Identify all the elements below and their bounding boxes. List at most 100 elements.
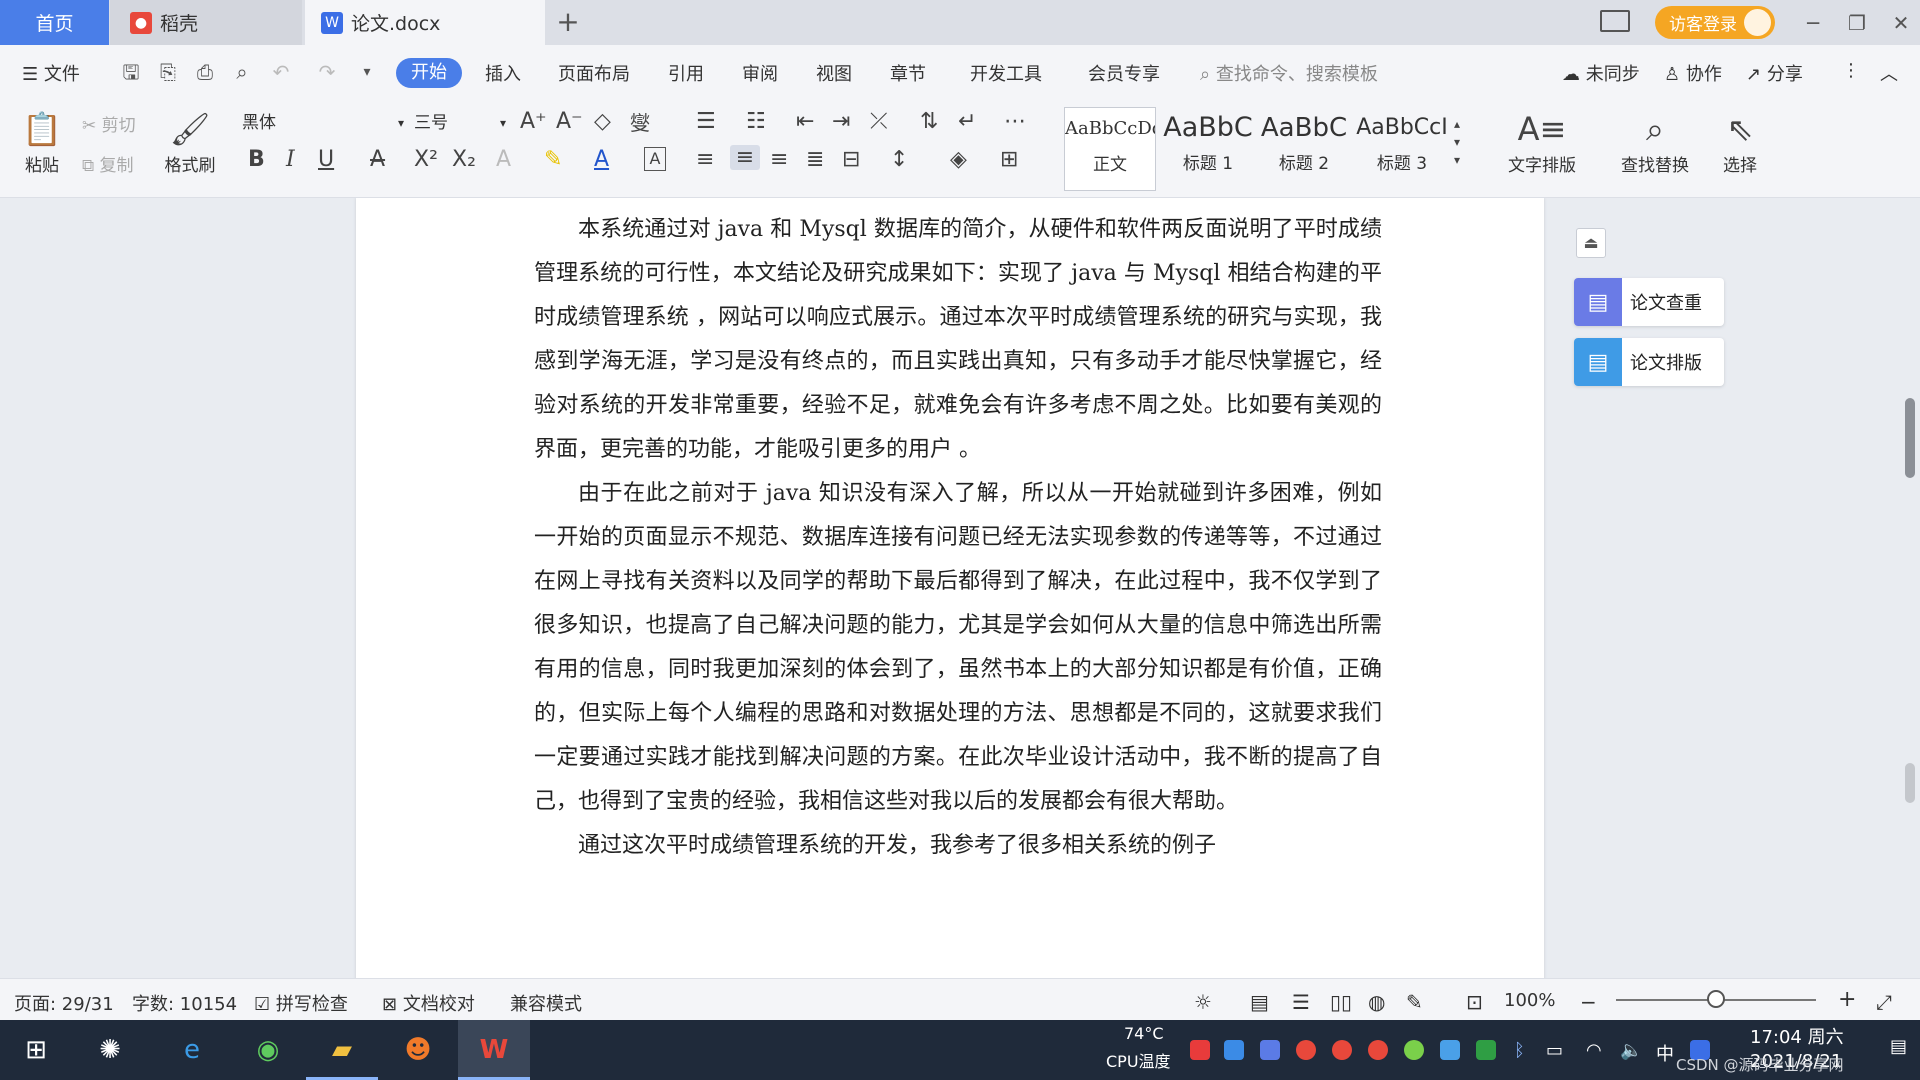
style-heading-1[interactable]: AaBbC 标题 1 xyxy=(1160,107,1256,191)
align-center-icon[interactable]: ≡ xyxy=(730,145,760,170)
find-replace-button[interactable]: ⌕ 查找替换 xyxy=(1610,107,1700,176)
pen-icon[interactable]: ✎ xyxy=(1406,990,1423,1014)
browser-360-icon[interactable]: ◉ xyxy=(246,1028,290,1072)
paragraph[interactable]: 由于在此之前对于 java 知识没有深入了解，所以从一开始就碰到许多困难，例如一… xyxy=(534,472,1382,824)
guest-login-button[interactable]: 访客登录 xyxy=(1655,6,1775,39)
tab-page-layout[interactable]: 页面布局 xyxy=(558,60,630,86)
minimize-button[interactable]: ─ xyxy=(1798,8,1828,38)
app-avatar-icon[interactable]: ☻ xyxy=(396,1028,440,1072)
command-search[interactable]: ⌕ 查找命令、搜索模板 xyxy=(1200,60,1378,86)
font-color-icon[interactable]: A xyxy=(594,147,609,172)
sync-button[interactable]: ☁ 未同步 xyxy=(1562,60,1640,86)
bold-icon[interactable]: B xyxy=(248,147,265,172)
cut-button[interactable]: ✂ 剪切 xyxy=(82,111,136,136)
line-spacing-icon[interactable]: ↕ xyxy=(890,147,908,172)
word-count[interactable]: 字数: 10154 xyxy=(132,990,237,1016)
scroll-thumb[interactable] xyxy=(1905,398,1915,478)
customize-toolbar-icon[interactable]: ▾ xyxy=(356,61,378,83)
bluetooth-icon[interactable]: ᛒ xyxy=(1514,1040,1525,1061)
bullet-list-icon[interactable]: ☰ xyxy=(696,109,716,134)
tab-references[interactable]: 引用 xyxy=(668,60,704,86)
increase-indent-icon[interactable]: ⇥ xyxy=(832,109,850,134)
reading-view-icon[interactable]: ▯▯ xyxy=(1330,990,1352,1014)
text-direction-icon[interactable]: ⤫ xyxy=(870,109,888,134)
spell-check-button[interactable]: ☑ 拼写检查 xyxy=(254,990,348,1016)
nvidia-icon[interactable] xyxy=(1476,1040,1496,1060)
vertical-scrollbar[interactable] xyxy=(1900,198,1920,978)
file-explorer-icon[interactable]: ▰ xyxy=(320,1028,364,1072)
qq-icon[interactable] xyxy=(1368,1040,1388,1060)
font-name-select[interactable]: 黑体 ▾ xyxy=(238,109,408,137)
qq-icon[interactable] xyxy=(1332,1040,1352,1060)
paper-layout-button[interactable]: ▤ 论文排版 xyxy=(1574,338,1724,386)
paper-check-button[interactable]: ▤ 论文查重 xyxy=(1574,278,1724,326)
web-view-icon[interactable]: ◍ xyxy=(1368,990,1385,1014)
decrease-indent-icon[interactable]: ⇤ xyxy=(796,109,814,134)
outline-view-icon[interactable]: ☰ xyxy=(1292,990,1310,1014)
highlight-icon[interactable]: ✎ xyxy=(544,147,562,172)
tab-developer[interactable]: 开发工具 xyxy=(970,60,1042,86)
style-heading-3[interactable]: AaBbCcI 标题 3 xyxy=(1354,107,1450,191)
export-icon[interactable]: ⎘ xyxy=(157,61,179,83)
wps-icon[interactable]: W xyxy=(472,1028,516,1072)
borders-icon[interactable]: ⊞ xyxy=(1000,147,1018,172)
tab-view[interactable]: 视图 xyxy=(816,60,852,86)
save-icon[interactable]: 🖫 xyxy=(120,61,142,83)
copy-button[interactable]: ⧉ 复制 xyxy=(82,151,134,176)
volume-icon[interactable]: 🔈 xyxy=(1620,1040,1642,1061)
notification-icon[interactable]: ▤ xyxy=(1890,1036,1907,1057)
styles-scroll-icon[interactable]: ▴ ▾ ▾ xyxy=(1454,115,1460,169)
superscript-icon[interactable]: X² xyxy=(414,147,438,172)
side-panel-collapse-icon[interactable]: ⏏ xyxy=(1576,228,1606,258)
align-right-icon[interactable]: ≡ xyxy=(770,147,788,172)
share-button[interactable]: ↗ 分享 xyxy=(1746,60,1803,86)
grow-font-icon[interactable]: A⁺ xyxy=(520,109,547,134)
battery-icon[interactable]: ▭ xyxy=(1546,1040,1563,1061)
tab-member[interactable]: 会员专享 xyxy=(1088,60,1160,86)
redo-icon[interactable]: ↷ xyxy=(316,61,338,83)
file-menu[interactable]: ☰ 文件 xyxy=(22,60,80,86)
char-border-icon[interactable]: A xyxy=(644,147,666,171)
text-effect-icon[interactable]: A xyxy=(496,147,511,172)
shading-icon[interactable]: ◈ xyxy=(950,147,967,172)
sort-icon[interactable]: ⇅ xyxy=(920,109,938,134)
tray-app-icon[interactable] xyxy=(1440,1040,1460,1060)
line-break-icon[interactable]: ↵ xyxy=(958,109,976,134)
fullscreen-icon[interactable]: ⤢ xyxy=(1876,990,1892,1014)
zoom-in-icon[interactable]: + xyxy=(1838,987,1856,1012)
tab-review[interactable]: 审阅 xyxy=(742,60,778,86)
restore-button[interactable]: ❐ xyxy=(1842,8,1872,38)
tab-home[interactable]: 首页 xyxy=(0,0,109,45)
tray-app-icon[interactable] xyxy=(1190,1040,1210,1060)
numbered-list-icon[interactable]: ☷ xyxy=(746,109,766,134)
print-icon[interactable]: ⎙ xyxy=(194,61,216,83)
show-marks-icon[interactable]: ⋯ xyxy=(1004,109,1026,134)
print-preview-icon[interactable]: ⌕ xyxy=(231,61,253,83)
close-button[interactable]: ✕ xyxy=(1886,8,1916,38)
paragraph[interactable]: 通过这次平时成绩管理系统的开发，我参考了很多相关系统的例子 xyxy=(534,824,1382,868)
zoom-slider-handle[interactable] xyxy=(1707,990,1725,1008)
zoom-out-icon[interactable]: − xyxy=(1580,990,1597,1014)
italic-icon[interactable]: I xyxy=(286,147,295,172)
select-button[interactable]: ⇖ 选择 xyxy=(1710,107,1770,176)
tab-chapter[interactable]: 章节 xyxy=(890,60,926,86)
ie-browser-icon[interactable]: e xyxy=(170,1028,214,1072)
collapse-ribbon-icon[interactable]: ︿ xyxy=(1880,60,1898,86)
text-layout-button[interactable]: A≡ 文字排版 xyxy=(1494,107,1590,176)
undo-icon[interactable]: ↶ xyxy=(270,61,292,83)
shrink-font-icon[interactable]: A⁻ xyxy=(556,109,583,134)
new-tab-button[interactable]: + xyxy=(552,6,584,38)
subscript-icon[interactable]: X₂ xyxy=(452,147,476,172)
tray-app-icon[interactable] xyxy=(1404,1040,1424,1060)
zoom-level[interactable]: 100% xyxy=(1504,990,1555,1011)
shield-icon[interactable] xyxy=(1260,1040,1280,1060)
qq-icon[interactable] xyxy=(1296,1040,1316,1060)
phonetic-guide-icon[interactable]: 燮 xyxy=(630,107,650,136)
paragraph[interactable]: 本系统通过对 java 和 Mysql 数据库的简介，从硬件和软件两反面说明了平… xyxy=(534,208,1382,472)
clear-format-icon[interactable]: ◇ xyxy=(594,109,611,134)
strikethrough-icon[interactable]: A xyxy=(370,147,385,172)
tab-document[interactable]: W 论文.docx xyxy=(305,0,545,45)
ime-indicator[interactable]: 中 xyxy=(1656,1040,1674,1066)
page-indicator[interactable]: 页面: 29/31 xyxy=(14,990,114,1016)
tab-home-ribbon[interactable]: 开始 xyxy=(396,58,462,88)
